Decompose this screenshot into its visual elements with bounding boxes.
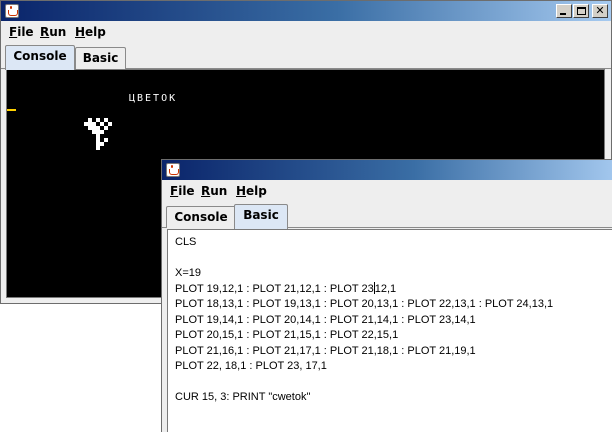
tab-console[interactable]: Console (5, 45, 75, 70)
menu-file-mnemonic: F (9, 25, 18, 39)
code-line: ​ (175, 375, 553, 391)
code-line-part: 12,1 (374, 282, 397, 295)
menu-run-label: un (210, 184, 228, 198)
console-cursor (7, 109, 16, 111)
tab-basic[interactable]: Basic (75, 47, 126, 69)
maximize-button[interactable] (573, 4, 589, 18)
menu-file[interactable]: File (170, 184, 195, 198)
code-line: PLOT 20,15,1 : PLOT 21,15,1 : PLOT 22,15… (175, 329, 399, 341)
menu-help-mnemonic: H (236, 184, 247, 198)
minimize-button[interactable] (556, 4, 572, 18)
menu-help-mnemonic: H (75, 25, 86, 39)
menu-file-mnemonic: F (170, 184, 179, 198)
front-window-titlebar[interactable] (162, 160, 612, 180)
front-window-menubar: File Run Help (162, 180, 612, 202)
tab-basic[interactable]: Basic (234, 204, 288, 229)
code-line: ​ (175, 251, 553, 267)
menu-run[interactable]: Run (40, 25, 66, 39)
java-coffee-cup-icon[interactable] (5, 4, 19, 18)
menu-help[interactable]: Help (75, 25, 106, 39)
menu-file-label: ile (178, 184, 195, 198)
menu-run-mnemonic: R (40, 25, 50, 39)
code-line-part: PLOT 19,12,1 : PLOT 21,12,1 : PLOT 23 (175, 282, 374, 295)
menu-run-mnemonic: R (201, 184, 211, 198)
back-window-titlebar[interactable]: ✕ (1, 1, 611, 21)
code-line: CUR 15, 3: PRINT "cwetok" (175, 391, 311, 403)
menu-help-label: elp (85, 25, 106, 39)
code-line: CLS (175, 236, 197, 248)
basic-code-editor[interactable]: CLS​X=19PLOT 19,12,1 : PLOT 21,12,1 : PL… (167, 229, 612, 432)
code-line: X=19 (175, 267, 201, 279)
menu-help-label: elp (246, 184, 267, 198)
close-icon: ✕ (595, 4, 605, 17)
code-line: PLOT 18,13,1 : PLOT 19,13,1 : PLOT 20,13… (175, 298, 554, 310)
flower-pixel-art (84, 118, 112, 150)
code-line: PLOT 21,16,1 : PLOT 21,17,1 : PLOT 21,18… (175, 344, 476, 357)
code-line: PLOT 22, 18,1 : PLOT 23, 17,1 (175, 360, 327, 372)
basic-code-text: CLS​X=19PLOT 19,12,1 : PLOT 21,12,1 : PL… (175, 235, 553, 406)
console-output-text: ЦВЕТОК (129, 93, 178, 104)
tab-console[interactable]: Console (166, 206, 236, 228)
java-coffee-cup-icon[interactable] (166, 163, 180, 177)
back-window-tabs: Console Basic (1, 45, 611, 70)
code-line: PLOT 19,14,1 : PLOT 20,14,1 : PLOT 21,14… (175, 313, 476, 326)
front-window-tabs: Console Basic (162, 204, 612, 229)
code-line: PLOT 19,12,1 : PLOT 21,12,1 : PLOT 2312,… (175, 281, 553, 298)
menu-file[interactable]: File (9, 25, 34, 39)
minimize-icon (560, 13, 566, 15)
menu-run-label: un (49, 25, 67, 39)
front-window: File Run Help Console Basic CLS​X=19PLOT… (161, 159, 612, 432)
close-button[interactable]: ✕ (592, 4, 608, 18)
menu-run[interactable]: Run (201, 184, 227, 198)
menu-file-label: ile (17, 25, 34, 39)
back-window-menubar: File Run Help (1, 21, 611, 43)
menu-help[interactable]: Help (236, 184, 267, 198)
maximize-icon (577, 7, 586, 15)
